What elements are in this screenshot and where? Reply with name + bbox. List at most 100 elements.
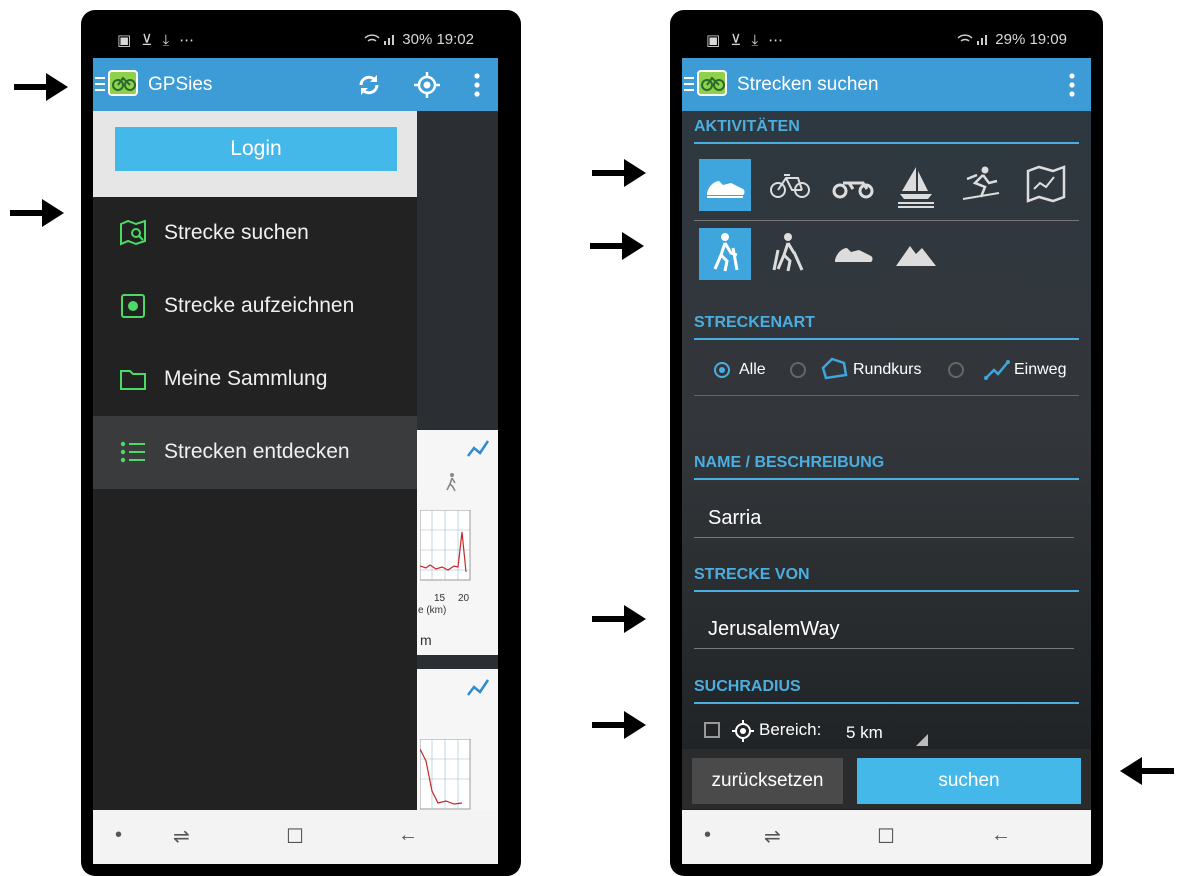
radio-one-way[interactable] [948, 362, 964, 378]
home-icon[interactable]: ☐ [877, 824, 895, 849]
wifi-signal-icon [957, 34, 988, 45]
section-divider [694, 590, 1079, 592]
hiking-icon [713, 233, 739, 272]
subactivity-running-button[interactable] [827, 228, 879, 280]
subactivity-hiking-button[interactable] [699, 228, 751, 280]
activity-running-button[interactable] [699, 159, 751, 211]
section-header-activities: AKTIVITÄTEN [694, 118, 800, 135]
subactivity-nordic-walking-button[interactable] [764, 228, 816, 280]
bicycle-icon [770, 174, 810, 198]
nordic-walking-icon [772, 233, 804, 272]
hamburger-icon[interactable] [684, 77, 694, 91]
section-divider [694, 478, 1079, 480]
running-shoe-icon [835, 248, 873, 262]
login-area: Login [93, 111, 417, 197]
unit-label: m [420, 632, 432, 648]
refresh-icon[interactable] [355, 71, 383, 99]
activity-map-button[interactable] [1020, 159, 1072, 211]
screen-right: ▣ ⊻ ⤓ ⋯ 29% 19:09 Strecken suchen AKTIVI… [682, 22, 1091, 864]
hamburger-icon[interactable] [95, 77, 105, 91]
activity-sailing-button[interactable] [890, 159, 942, 211]
gpsies-logo-icon [108, 70, 138, 96]
login-button[interactable]: Login [115, 127, 397, 171]
one-way-route-icon [984, 360, 1010, 380]
name-input[interactable]: Sarria [694, 497, 1074, 538]
radio-all[interactable] [714, 362, 730, 378]
section-divider [694, 338, 1079, 340]
home-icon[interactable]: ☐ [286, 824, 304, 849]
locate-icon [732, 720, 754, 742]
radius-checkbox[interactable] [704, 722, 720, 738]
search-button[interactable]: suchen [857, 758, 1081, 804]
app-title: Strecken suchen [737, 74, 879, 95]
nav-dot-icon[interactable]: • [115, 824, 122, 847]
radio-label-one-way: Einweg [1014, 361, 1067, 378]
list-icon [120, 441, 145, 463]
drawer-item-strecken-entdecken[interactable]: Strecken entdecken [93, 416, 417, 489]
running-shoe-icon [707, 181, 745, 198]
status-info: 29% 19:09 [957, 31, 1067, 48]
motorcycle-icon [832, 181, 874, 199]
section-divider [694, 142, 1079, 144]
axis-label: e (km) [418, 605, 447, 616]
reset-button[interactable]: zurücksetzen [692, 758, 843, 804]
radio-loop[interactable] [790, 362, 806, 378]
route-type-icon [467, 679, 490, 696]
name-input-value: Sarria [708, 507, 762, 529]
loop-route-icon [821, 357, 848, 380]
gpsies-logo-icon [697, 70, 727, 96]
overflow-menu-icon[interactable] [1068, 71, 1076, 99]
drawer-item-label: Strecke aufzeichnen [164, 294, 355, 317]
radio-label-all: Alle [739, 361, 766, 378]
action-bar: zurücksetzen suchen [682, 749, 1091, 809]
app-title: GPSies [148, 74, 213, 95]
drawer-item-label: Strecke suchen [164, 221, 309, 244]
route-from-input[interactable]: JerusalemWay [694, 608, 1074, 649]
subactivity-mountain-button[interactable] [890, 228, 942, 280]
dropdown-corner-icon [916, 734, 928, 746]
sub-activity-frame [694, 220, 1079, 223]
activity-motorbike-button[interactable] [827, 159, 879, 211]
nav-dot-icon[interactable]: • [704, 824, 711, 847]
recents-icon[interactable]: ⇌ [764, 824, 781, 849]
arrow-right-icon [592, 711, 646, 739]
section-header-radius: SUCHRADIUS [694, 678, 801, 695]
route-type-icon [467, 440, 490, 457]
section-header-route-type: STRECKENART [694, 314, 815, 331]
battery-time: 29% 19:09 [995, 31, 1067, 48]
back-icon[interactable]: ← [398, 824, 418, 847]
activity-cycling-button[interactable] [764, 159, 816, 211]
overflow-menu-icon[interactable] [473, 71, 481, 99]
status-info: 30% 19:02 [364, 31, 474, 48]
map-icon [1026, 165, 1066, 203]
app-bar: Strecken suchen [682, 58, 1091, 111]
folder-icon [120, 370, 146, 390]
arrow-right-icon [14, 73, 68, 101]
route-card [416, 669, 498, 829]
activity-skiing-button[interactable] [955, 159, 1007, 211]
section-divider [694, 702, 1079, 704]
sailboat-icon [898, 167, 934, 208]
drawer-item-label: Strecken entdecken [164, 440, 350, 463]
back-icon[interactable]: ← [991, 824, 1011, 847]
route-from-value: JerusalemWay [708, 618, 840, 640]
route-card: 15 20 e (km) m [416, 430, 498, 655]
drawer-item-strecke-suchen[interactable]: Strecke suchen [93, 197, 417, 270]
recents-icon[interactable]: ⇌ [173, 824, 190, 849]
drawer-item-strecke-aufzeichnen[interactable]: Strecke aufzeichnen [93, 270, 417, 343]
ski-icon [962, 166, 1000, 200]
status-icons: ▣ ⊻ ⤓ ⋯ [706, 32, 787, 49]
drawer-item-meine-sammlung[interactable]: Meine Sammlung [93, 343, 417, 416]
arrow-right-icon [10, 199, 64, 227]
elevation-chart [420, 510, 471, 581]
arrow-left-icon [1120, 757, 1174, 785]
locate-icon[interactable] [413, 71, 441, 99]
radius-value[interactable]: 5 km [846, 723, 883, 743]
status-bar: ▣ ⊻ ⤓ ⋯ 29% 19:09 [682, 22, 1091, 58]
phone-left: ▣ ⊻ ⤓ ⋯ 30% 19:02 GPSies 15 20 e (km) m [81, 10, 521, 876]
system-nav-bar: • ⇌ ☐ ← [93, 810, 498, 864]
phone-right: ▣ ⊻ ⤓ ⋯ 29% 19:09 Strecken suchen AKTIVI… [670, 10, 1103, 876]
screen-left: ▣ ⊻ ⤓ ⋯ 30% 19:02 GPSies 15 20 e (km) m [93, 22, 498, 864]
section-header-route-from: STRECKE VON [694, 566, 810, 583]
section-divider [694, 395, 1079, 396]
